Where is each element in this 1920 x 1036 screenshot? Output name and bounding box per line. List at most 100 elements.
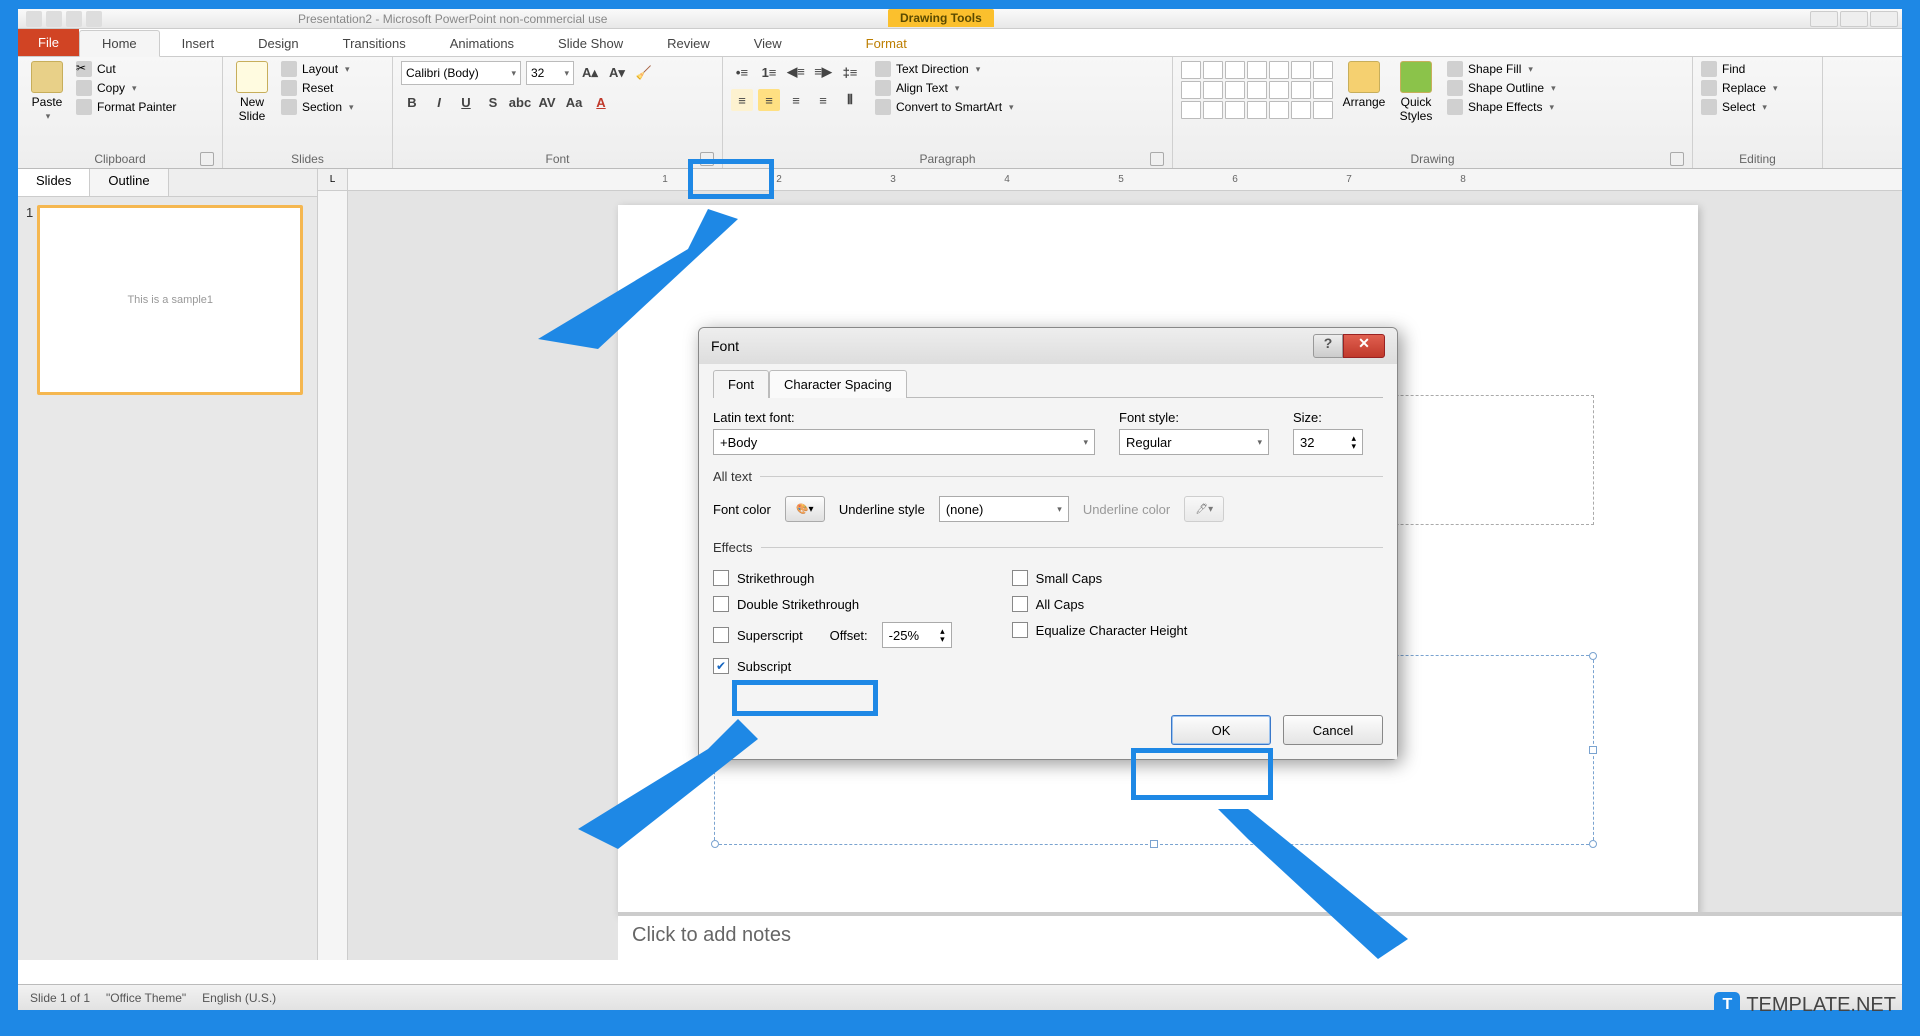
change-case-button[interactable]: Aa (563, 91, 585, 113)
resize-handle[interactable] (1589, 840, 1597, 848)
shapes-gallery[interactable] (1181, 61, 1333, 119)
redo-icon[interactable] (86, 11, 102, 27)
font-color-picker[interactable]: 🎨▾ (785, 496, 825, 522)
section-button[interactable]: Section▾ (281, 99, 354, 115)
char-spacing-button[interactable]: AV (536, 91, 558, 113)
superscript-checkbox[interactable]: Superscript Offset: -25%▴▾ (713, 619, 952, 651)
font-style-combo[interactable]: Regular▾ (1119, 429, 1269, 455)
tab-transitions[interactable]: Transitions (321, 31, 428, 56)
paragraph-launcher[interactable] (1150, 152, 1164, 166)
resize-handle[interactable] (1589, 652, 1597, 660)
maximize-button[interactable] (1840, 11, 1868, 27)
undo-icon[interactable] (66, 11, 82, 27)
strikethrough-checkbox[interactable]: Strikethrough (713, 567, 952, 589)
slide-counter: Slide 1 of 1 (30, 991, 90, 1005)
find-button[interactable]: Find (1701, 61, 1814, 77)
new-slide-button[interactable]: New Slide (231, 61, 273, 123)
grow-font-button[interactable]: A▴ (579, 62, 601, 84)
quick-styles-button[interactable]: Quick Styles (1395, 61, 1437, 123)
shadow-button[interactable]: abc (509, 91, 531, 113)
offset-spinner[interactable]: -25%▴▾ (882, 622, 952, 648)
clear-format-button[interactable]: 🧹 (633, 62, 655, 84)
columns-button[interactable]: ⫴ (839, 89, 861, 111)
theme-name: "Office Theme" (106, 991, 186, 1005)
arrange-icon (1348, 61, 1380, 93)
small-caps-checkbox[interactable]: Small Caps (1012, 567, 1188, 589)
dialog-help-button[interactable]: ? (1313, 334, 1343, 358)
justify-button[interactable]: ≡ (812, 89, 834, 111)
ruler-horizontal: 1 2 3 4 5 6 7 8 (348, 169, 1902, 191)
arrange-button[interactable]: Arrange (1343, 61, 1385, 109)
equalize-checkbox[interactable]: Equalize Character Height (1012, 619, 1188, 641)
reset-button[interactable]: Reset (281, 80, 354, 96)
align-center-button[interactable]: ≡ (758, 89, 780, 111)
font-size-combo[interactable]: 32▾ (526, 61, 574, 85)
dialog-tab-spacing[interactable]: Character Spacing (769, 370, 907, 398)
align-left-button[interactable]: ≡ (731, 89, 753, 111)
dialog-close-button[interactable]: ✕ (1343, 334, 1385, 358)
convert-smartart-button[interactable]: Convert to SmartArt▾ (875, 99, 1014, 115)
drawing-launcher[interactable] (1670, 152, 1684, 166)
shrink-font-button[interactable]: A▾ (606, 62, 628, 84)
tab-file[interactable]: File (18, 29, 79, 56)
cut-button[interactable]: ✂Cut (76, 61, 176, 77)
shape-effects-button[interactable]: Shape Effects▾ (1447, 99, 1556, 115)
shape-outline-button[interactable]: Shape Outline▾ (1447, 80, 1556, 96)
save-icon[interactable] (46, 11, 62, 27)
tab-view[interactable]: View (732, 31, 804, 56)
layout-icon (281, 61, 297, 77)
copy-button[interactable]: Copy▾ (76, 80, 176, 96)
ok-button[interactable]: OK (1171, 715, 1271, 745)
numbering-button[interactable]: 1≡ (758, 61, 780, 83)
tab-review[interactable]: Review (645, 31, 732, 56)
double-strike-checkbox[interactable]: Double Strikethrough (713, 593, 952, 615)
cancel-button[interactable]: Cancel (1283, 715, 1383, 745)
all-caps-checkbox[interactable]: All Caps (1012, 593, 1188, 615)
line-spacing-button[interactable]: ‡≡ (839, 61, 861, 83)
underline-button[interactable]: U (455, 91, 477, 113)
dialog-tab-font[interactable]: Font (713, 370, 769, 398)
pencil-icon (1447, 80, 1463, 96)
decrease-indent-button[interactable]: ◀≡ (785, 61, 807, 83)
close-window-button[interactable] (1870, 11, 1898, 27)
paste-button[interactable]: Paste ▾ (26, 61, 68, 122)
clipboard-launcher[interactable] (200, 152, 214, 166)
text-direction-button[interactable]: Text Direction▾ (875, 61, 1014, 77)
tab-home[interactable]: Home (79, 30, 160, 57)
increase-indent-button[interactable]: ≡▶ (812, 61, 834, 83)
tab-design[interactable]: Design (236, 31, 320, 56)
shape-fill-button[interactable]: Shape Fill▾ (1447, 61, 1556, 77)
tab-format[interactable]: Format (844, 31, 929, 56)
strike-button[interactable]: S (482, 91, 504, 113)
slide-thumbnail[interactable]: This is a sample1 (37, 205, 303, 395)
latin-font-combo[interactable]: +Body▾ (713, 429, 1095, 455)
font-name-combo[interactable]: Calibri (Body)▾ (401, 61, 521, 85)
underline-style-combo[interactable]: (none)▾ (939, 496, 1069, 522)
align-text-button[interactable]: Align Text▾ (875, 80, 1014, 96)
font-color-button[interactable]: A (590, 91, 612, 113)
tab-animations[interactable]: Animations (428, 31, 536, 56)
font-launcher[interactable] (700, 152, 714, 166)
layout-button[interactable]: Layout▾ (281, 61, 354, 77)
italic-button[interactable]: I (428, 91, 450, 113)
replace-button[interactable]: Replace▾ (1701, 80, 1814, 96)
bullets-button[interactable]: •≡ (731, 61, 753, 83)
subscript-checkbox[interactable]: ✔Subscript (713, 655, 952, 677)
language[interactable]: English (U.S.) (202, 991, 276, 1005)
tab-slideshow[interactable]: Slide Show (536, 31, 645, 56)
title-bar: Presentation2 - Microsoft PowerPoint non… (18, 9, 1902, 29)
dialog-title-bar[interactable]: Font ? ✕ (699, 328, 1397, 364)
bold-button[interactable]: B (401, 91, 423, 113)
resize-handle[interactable] (1150, 840, 1158, 848)
font-style-label: Font style: (1119, 410, 1269, 425)
tab-insert[interactable]: Insert (160, 31, 237, 56)
slides-tab[interactable]: Slides (18, 169, 90, 196)
select-button[interactable]: Select▾ (1701, 99, 1814, 115)
outline-tab[interactable]: Outline (90, 169, 168, 196)
format-painter-button[interactable]: Format Painter (76, 99, 176, 115)
minimize-button[interactable] (1810, 11, 1838, 27)
align-right-button[interactable]: ≡ (785, 89, 807, 111)
size-spinner[interactable]: 32▴▾ (1293, 429, 1363, 455)
resize-handle[interactable] (1589, 746, 1597, 754)
find-icon (1701, 61, 1717, 77)
